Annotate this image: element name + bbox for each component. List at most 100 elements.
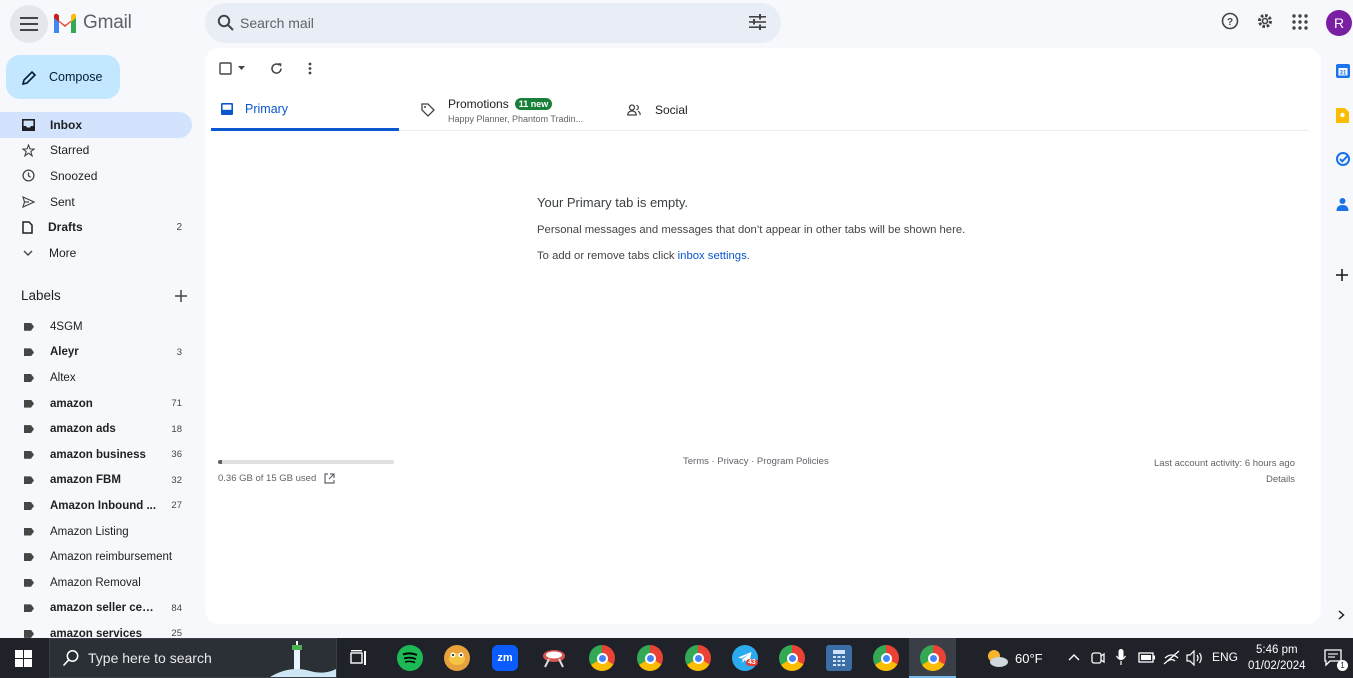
add-addon-icon[interactable]	[1336, 269, 1348, 281]
calculator-icon[interactable]	[826, 645, 852, 671]
windows-start-icon[interactable]	[15, 650, 32, 667]
taskbar-search-text: Type here to search	[88, 650, 212, 666]
sidebar-item-starred[interactable]: Starred	[0, 138, 192, 164]
tab-social[interactable]: Social	[627, 89, 777, 131]
label-item[interactable]: amazon business 36	[0, 442, 200, 468]
show-hidden-icons-chevron-up-icon[interactable]	[1068, 653, 1080, 661]
label-item[interactable]: amazon ads 18	[0, 416, 200, 442]
taskbar-clock[interactable]: 5:46 pm 01/02/2024	[1248, 642, 1306, 674]
empty-hint-suffix: .	[746, 250, 750, 262]
label-item[interactable]: Aleyr 3	[0, 340, 200, 366]
hamburger-icon	[20, 17, 38, 31]
tab-primary[interactable]: Primary	[211, 89, 399, 131]
side-panel: 31	[1325, 48, 1353, 638]
labels-heading: Labels	[21, 288, 187, 303]
svg-text:31: 31	[1340, 71, 1347, 77]
open-external-icon[interactable]	[324, 473, 335, 484]
chrome-profile-l-icon[interactable]	[637, 645, 663, 671]
wifi-icon[interactable]	[1163, 650, 1180, 665]
label-item[interactable]: 4SGM	[0, 314, 200, 340]
tasks-icon[interactable]	[1336, 152, 1350, 166]
label-tag-icon	[24, 450, 34, 459]
clock-date: 01/02/2024	[1248, 660, 1306, 672]
storage-usage-text: 0.36 GB of 15 GB used	[218, 473, 317, 484]
search-input[interactable]	[240, 3, 740, 43]
telegram-icon[interactable]: 43	[732, 645, 758, 671]
label-item[interactable]: Altex	[0, 365, 200, 391]
label-item[interactable]: amazon seller cen... 84	[0, 596, 200, 622]
battery-icon[interactable]	[1138, 652, 1156, 663]
meet-now-icon[interactable]	[1091, 650, 1105, 666]
select-all-checkbox[interactable]	[219, 61, 232, 75]
input-language[interactable]: ENG	[1212, 650, 1238, 664]
apps-grid-icon[interactable]	[1292, 14, 1308, 30]
search-options-icon[interactable]	[749, 14, 766, 30]
label-item[interactable]: Amazon Removal	[0, 570, 200, 596]
sidebar-item-drafts[interactable]: Drafts 2	[0, 214, 192, 240]
chrome-profile-1-icon[interactable]	[589, 645, 615, 671]
sidebar-item-more[interactable]: More	[0, 240, 192, 266]
contacts-icon[interactable]	[1336, 197, 1349, 211]
label-item[interactable]: Amazon Inbound ... 27	[0, 493, 200, 519]
taskbar-search[interactable]: Type here to search	[49, 638, 337, 678]
label-item[interactable]: amazon 71	[0, 391, 200, 417]
label-item[interactable]: Amazon reimbursement	[0, 544, 200, 570]
tab-promotions-snippet: Happy Planner, Phantom Tradin...	[448, 113, 584, 124]
label-count: 32	[171, 474, 182, 486]
more-options-icon[interactable]	[308, 62, 312, 75]
inbox-settings-link[interactable]: inbox settings	[678, 250, 747, 262]
sidebar-item-inbox[interactable]: Inbox	[0, 112, 192, 138]
mcafee-frog-icon[interactable]	[444, 645, 470, 671]
label-count: 3	[176, 346, 182, 358]
chevron-right-icon[interactable]	[1338, 610, 1345, 620]
chrome-profile-m-icon[interactable]	[685, 645, 711, 671]
storage-meter: 0.36 GB of 15 GB used	[218, 460, 394, 484]
main-menu-button[interactable]	[10, 5, 48, 43]
sidebar-item-snoozed[interactable]: Snoozed	[0, 163, 192, 189]
label-tag-icon	[24, 348, 34, 357]
tab-promotions[interactable]: Promotions 11 new Happy Planner, Phantom…	[421, 89, 611, 131]
zoom-app-icon[interactable]: zm	[492, 645, 518, 671]
task-view-icon[interactable]	[350, 649, 369, 667]
svg-text:?: ?	[1227, 17, 1233, 28]
label-item[interactable]: amazon FBM 32	[0, 468, 200, 494]
weather-widget[interactable]: 60°F	[985, 638, 1043, 678]
label-tag-icon	[24, 501, 34, 510]
label-count: 36	[171, 449, 182, 461]
compose-button[interactable]: Compose	[6, 55, 120, 99]
send-icon	[22, 195, 35, 208]
chevron-down-icon	[23, 250, 33, 256]
chrome-profile-s-icon[interactable]	[873, 645, 899, 671]
calendar-icon[interactable]: 31	[1336, 64, 1350, 78]
label-name: Amazon Listing	[50, 525, 129, 538]
search-bar[interactable]	[205, 3, 781, 43]
chrome-profile-r-icon[interactable]	[920, 645, 946, 671]
clock-time: 5:46 pm	[1256, 644, 1298, 656]
settings-gear-icon[interactable]	[1256, 12, 1274, 30]
tag-icon	[421, 103, 435, 117]
refresh-icon[interactable]	[270, 62, 283, 75]
label-name: Altex	[50, 371, 76, 384]
storage-text-row: 0.36 GB of 15 GB used	[218, 473, 394, 484]
label-name: amazon business	[50, 448, 146, 461]
select-dropdown-icon[interactable]	[238, 65, 245, 71]
inbox-tabs: Primary Promotions 11 new Happy Planner,…	[211, 89, 1309, 131]
volume-icon[interactable]	[1186, 650, 1204, 666]
search-icon[interactable]	[217, 14, 235, 32]
gmail-logo[interactable]: Gmail	[52, 12, 132, 34]
microphone-icon[interactable]	[1116, 649, 1126, 666]
activity-details-link[interactable]: Details	[1154, 472, 1295, 488]
storage-bar	[218, 460, 394, 464]
drafts-count: 2	[176, 221, 182, 233]
snipping-tool-icon[interactable]	[541, 645, 567, 671]
footer-links[interactable]: Terms · Privacy · Program Policies	[683, 456, 829, 467]
help-icon[interactable]: ?	[1221, 12, 1239, 30]
spotify-icon[interactable]	[397, 645, 423, 671]
keep-icon[interactable]	[1336, 108, 1349, 123]
add-label-icon[interactable]	[175, 289, 187, 302]
label-tag-icon	[24, 373, 34, 382]
sidebar-item-sent[interactable]: Sent	[0, 189, 192, 215]
chrome-profile-m2-icon[interactable]	[779, 645, 805, 671]
account-avatar[interactable]: R	[1326, 10, 1352, 36]
label-item[interactable]: Amazon Listing	[0, 519, 200, 545]
